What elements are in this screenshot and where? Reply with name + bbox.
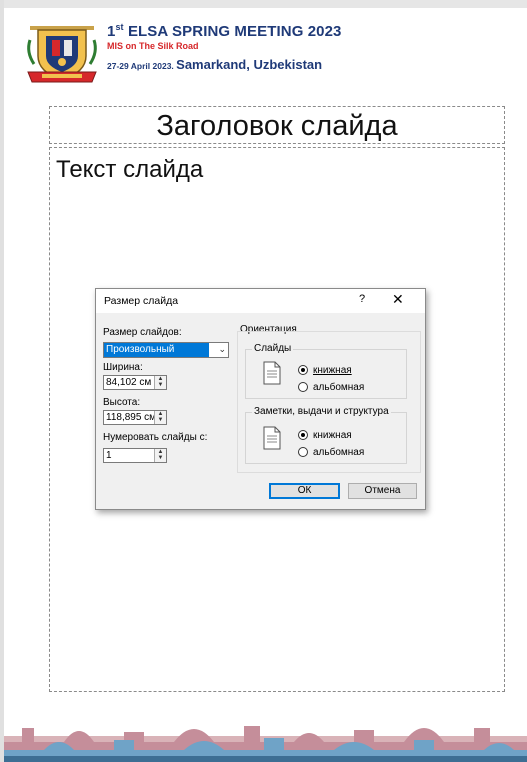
conference-subtitle: MIS on The Silk Road [107, 41, 199, 51]
conference-location: Samarkand, Uzbekistan [176, 57, 323, 72]
notes-landscape-radio[interactable] [298, 447, 308, 457]
title-placeholder-text: Заголовок слайда [156, 110, 398, 142]
dialog-title: Размер слайда [104, 295, 179, 307]
slides-portrait-label[interactable]: книжная [313, 365, 352, 376]
slides-landscape-radio[interactable] [298, 382, 308, 392]
width-value[interactable]: 84,102 см [106, 377, 154, 388]
chevron-down-icon[interactable]: ⌄ [218, 344, 226, 355]
notes-portrait-page-icon [263, 426, 281, 450]
slides-group-label: Слайды [252, 343, 294, 354]
notes-portrait-radio[interactable] [298, 430, 308, 440]
dialog-titlebar: Размер слайда ? ✕ [96, 289, 425, 313]
number-spin-arrows-icon[interactable]: ▲ ▼ [154, 449, 166, 462]
height-label: Высота: [103, 397, 141, 408]
title-main: ELSA SPRING MEETING 2023 [127, 23, 342, 40]
conference-dates: 27-29 April 2023. [107, 61, 174, 71]
conference-title: 1st ELSA SPRING MEETING 2023 [107, 22, 342, 40]
number-slides-from-label: Нумеровать слайды с: [103, 432, 208, 443]
ok-button[interactable]: ОК [269, 483, 340, 499]
notes-group-label: Заметки, выдачи и структура [252, 406, 391, 417]
notes-landscape-label[interactable]: альбомная [313, 447, 364, 458]
cancel-button[interactable]: Отмена [348, 483, 417, 499]
slide-size-label: Размер слайдов: [103, 327, 182, 338]
height-value[interactable]: 118,895 см [106, 412, 154, 423]
slide-size-value: Произвольный [104, 343, 209, 357]
conference-dates-location: 27-29 April 2023. Samarkand, Uzbekistan [107, 57, 342, 72]
number-from-spinner[interactable]: 1 ▲ ▼ [103, 448, 167, 463]
conference-header: 1st ELSA SPRING MEETING 2023 MIS on The … [107, 22, 342, 72]
close-icon[interactable]: ✕ [392, 291, 404, 308]
slide-size-dialog: Размер слайда ? ✕ Размер слайдов: Произв… [95, 288, 426, 510]
height-spin-arrows-icon[interactable]: ▲ ▼ [154, 411, 166, 424]
help-button[interactable]: ? [359, 293, 365, 305]
slides-landscape-label[interactable]: альбомная [313, 382, 364, 393]
slides-portrait-radio[interactable] [298, 365, 308, 375]
slide-size-combobox[interactable]: Произвольный ⌄ [103, 342, 229, 358]
height-spinner[interactable]: 118,895 см ▲ ▼ [103, 410, 167, 425]
elsa-crest-logo [27, 26, 97, 83]
title-ordinal-suffix: st [115, 22, 124, 32]
notes-portrait-label[interactable]: книжная [313, 430, 352, 441]
width-label: Ширина: [103, 362, 143, 373]
width-spinner[interactable]: 84,102 см ▲ ▼ [103, 375, 167, 390]
portrait-page-icon [263, 361, 281, 385]
number-from-value[interactable]: 1 [106, 450, 154, 461]
silk-road-skyline-banner [4, 706, 527, 762]
body-placeholder-text: Текст слайда [56, 156, 204, 183]
title-placeholder-box[interactable]: Заголовок слайда [49, 106, 505, 144]
width-spin-arrows-icon[interactable]: ▲ ▼ [154, 376, 166, 389]
top-strip [4, 0, 527, 8]
